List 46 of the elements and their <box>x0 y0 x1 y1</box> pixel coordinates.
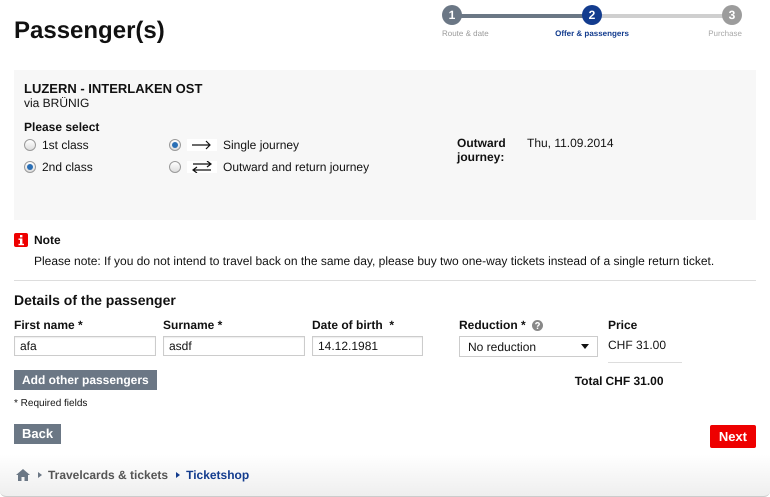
swap-arrows-icon <box>192 161 212 173</box>
chevron-icon <box>176 472 180 478</box>
chevron-icon <box>38 472 42 478</box>
home-icon[interactable] <box>16 468 30 480</box>
note-text: Please note: If you do not intend to travel back on the same day, please buy two one-way tickets instead of a single return ticket. <box>34 253 716 270</box>
note-title: Note <box>34 232 61 249</box>
select-prompt: Please select <box>24 120 100 134</box>
route-via: via BRÜNIG <box>24 96 90 110</box>
required-note: * Required fields <box>14 397 88 411</box>
radio-button[interactable] <box>24 139 36 151</box>
birth-date-field[interactable]: 14.12.1981 <box>312 336 423 356</box>
outward-date: Thu, 11.09.2014 <box>527 136 614 152</box>
reduction-dropdown[interactable]: No reduction <box>459 336 598 357</box>
help-icon[interactable] <box>532 320 543 330</box>
step-label: Purchase <box>708 28 742 40</box>
section-heading: Details of the passenger <box>14 292 177 308</box>
outward-label: Outward journey: <box>457 136 507 166</box>
total-label: Total <box>574 373 602 390</box>
back-button[interactable]: Back <box>14 424 62 444</box>
arrow-icon <box>192 140 212 150</box>
field-label: First name * <box>14 318 84 332</box>
radio-button[interactable] <box>169 161 181 173</box>
radio-label: 1st class <box>42 137 89 154</box>
next-button[interactable]: Next <box>710 425 756 448</box>
radio-label: Single journey <box>223 137 300 154</box>
radio-button[interactable] <box>169 139 181 151</box>
add-passengers-button[interactable]: Add other passengers <box>14 370 157 390</box>
breadcrumb-link[interactable]: Ticketshop <box>186 466 250 484</box>
price-value: CHF 31.00 <box>608 338 682 363</box>
radio-label: 2nd class <box>42 159 93 176</box>
field-label: Reduction * <box>459 318 526 332</box>
info-icon <box>14 233 28 247</box>
breadcrumb-link[interactable]: Travelcards & tickets <box>48 466 168 484</box>
route-title: LUZERN - INTERLAKEN OST <box>24 81 204 96</box>
first-name-field[interactable]: afa <box>14 336 156 356</box>
step-label: Route & date <box>442 28 489 40</box>
surname-field[interactable]: asdf <box>163 336 305 356</box>
field-label: Surname * <box>163 318 224 332</box>
radio-label: Outward and return journey <box>223 159 370 176</box>
field-label: Date of birth * <box>312 318 396 332</box>
step-label: Offer & passengers <box>555 28 629 40</box>
price-label: Price <box>608 318 638 332</box>
dropdown-caret-icon <box>581 344 589 349</box>
radio-button[interactable] <box>24 161 36 173</box>
page-title: Passenger(s) <box>14 19 165 46</box>
total-value: CHF 31.00 <box>605 373 664 390</box>
